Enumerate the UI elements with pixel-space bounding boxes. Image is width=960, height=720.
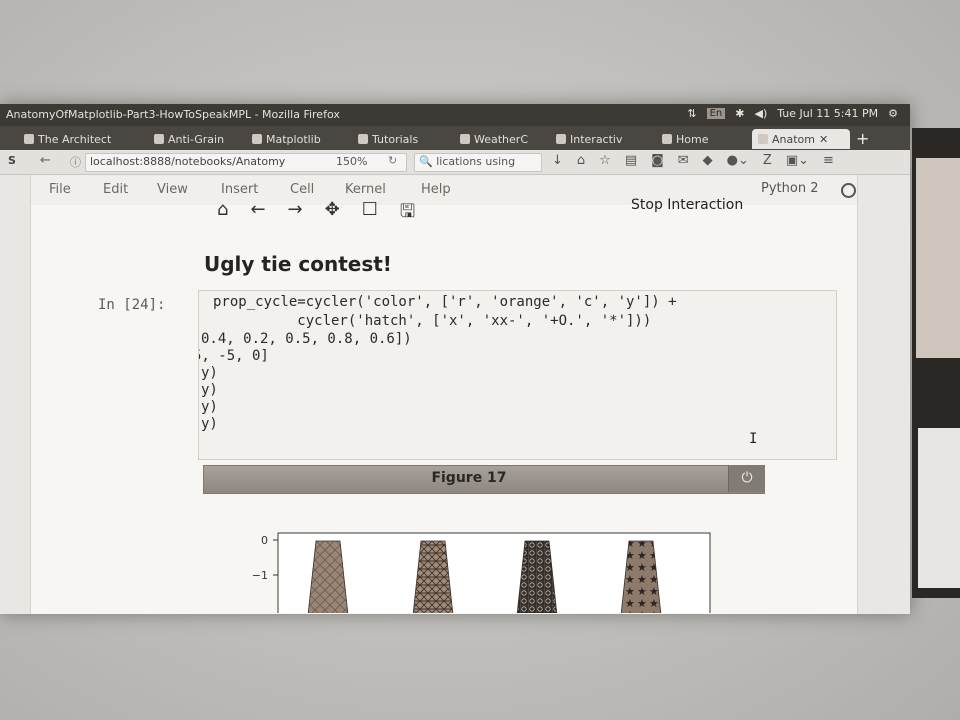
url-bar[interactable]: localhost:8888/notebooks/Anatomy 150% ↻ xyxy=(85,153,407,172)
figure-title-bar: Figure 17 ⏻ xyxy=(203,465,765,494)
tie-bar-chart: ★ 0−1 xyxy=(252,532,711,613)
home-view-icon[interactable]: ⌂ xyxy=(217,199,228,229)
cell-prompt: In [24]: xyxy=(98,297,166,313)
back-view-icon[interactable]: ← xyxy=(250,199,265,229)
site-info-icon[interactable]: ⓘ xyxy=(70,154,81,170)
hamburger-menu-icon[interactable]: ≡ xyxy=(823,153,834,168)
stop-interaction-button[interactable]: Stop Interaction xyxy=(631,197,743,213)
second-monitor xyxy=(912,128,960,598)
code-line: y) xyxy=(201,382,218,398)
code-line: 0.4, 0.2, 0.5, 0.8, 0.6]) xyxy=(201,331,412,347)
tab-anti-grain[interactable]: Anti-Grain xyxy=(154,129,234,149)
tab-favicon-icon xyxy=(252,134,262,144)
figure-toolbar: ⌂ ← → ✥ ☐ 🖫 xyxy=(217,199,415,229)
search-input[interactable]: 🔍 lications using xyxy=(419,155,515,168)
kernel-status-icon xyxy=(841,183,856,198)
menu-cell[interactable]: Cell xyxy=(290,182,314,197)
tab-favicon-icon xyxy=(154,134,164,144)
markdown-heading: Ugly tie contest! xyxy=(204,252,392,276)
tab-favicon-icon xyxy=(662,134,672,144)
figure-title: Figure 17 xyxy=(431,470,507,486)
menu-view[interactable]: View xyxy=(157,182,188,197)
browser-nav-bar: S ← ⓘ localhost:8888/notebooks/Anatomy 1… xyxy=(0,150,910,175)
bookmark-star-icon[interactable]: ☆ xyxy=(599,153,611,168)
back-arrow-icon[interactable]: ← xyxy=(40,153,51,168)
tab-matplotlib[interactable]: Matplotlib xyxy=(252,129,338,149)
menu-edit[interactable]: Edit xyxy=(103,182,128,197)
tab-close-icon[interactable]: ✕ xyxy=(819,133,828,146)
screenshot-icon[interactable]: ▣⌄ xyxy=(786,153,809,168)
tab-tutorials[interactable]: Tutorials xyxy=(358,129,438,149)
bluetooth-icon[interactable]: ✱ xyxy=(735,107,744,120)
text-cursor-icon: 𝙸 xyxy=(749,431,758,447)
search-bar[interactable]: 🔍 lications using xyxy=(414,153,542,172)
nav-toolbar-icons: ↓ ⌂ ☆ ▤ ◙ ✉ ◆ ●⌄ Z ▣⌄ ≡ xyxy=(552,153,834,168)
code-cell[interactable]: prop_cycle=cycler('color', ['r', 'orange… xyxy=(198,290,837,460)
new-tab-plus-icon[interactable]: + xyxy=(856,129,869,148)
tab-interactive[interactable]: Interactiv xyxy=(556,129,646,149)
second-monitor-panel xyxy=(918,428,960,588)
menu-insert[interactable]: Insert xyxy=(221,182,258,197)
jupyter-menu-bar: File Edit View Insert Cell Kernel Help P… xyxy=(0,175,910,206)
settings-gear-icon[interactable]: ⚙ xyxy=(888,107,898,120)
code-line: y) xyxy=(201,365,218,381)
pan-icon[interactable]: ✥ xyxy=(325,199,340,229)
code-line: 5, -5, 0] xyxy=(198,348,269,364)
tab-favicon-icon xyxy=(556,134,566,144)
code-line: y) xyxy=(201,399,218,415)
save-figure-icon[interactable]: 🖫 xyxy=(400,199,415,229)
menu-kernel[interactable]: Kernel xyxy=(345,182,386,197)
code-line: prop_cycle=cycler('color', ['r', 'orange… xyxy=(213,294,677,310)
zoom-level[interactable]: 150% xyxy=(336,155,367,168)
addon-icon[interactable]: ◆ xyxy=(703,153,713,168)
clock[interactable]: Tue Jul 11 5:41 PM xyxy=(777,107,878,120)
power-icon[interactable]: ⏻ xyxy=(728,465,765,492)
tab-home[interactable]: Home xyxy=(662,129,736,149)
sidebar-toggle-icon[interactable]: S xyxy=(8,154,16,167)
network-icon[interactable]: ⇅ xyxy=(687,107,696,120)
window-title: AnatomyOfMatplotlib-Part3-HowToSpeakMPL … xyxy=(6,108,340,121)
os-top-bar: AnatomyOfMatplotlib-Part3-HowToSpeakMPL … xyxy=(0,104,910,126)
tab-favicon-icon xyxy=(460,134,470,144)
menu-help[interactable]: Help xyxy=(421,182,451,197)
tab-favicon-icon xyxy=(358,134,368,144)
zoom-rect-icon[interactable]: ☐ xyxy=(362,199,378,229)
browser-tab-strip: The Architect Anti-Grain Matplotlib Tuto… xyxy=(0,126,910,150)
code-line: cycler('hatch', ['x', 'xx-', '+O.', '*']… xyxy=(213,313,652,329)
tab-the-architect[interactable]: The Architect xyxy=(24,129,128,149)
y-axis: 0 −1 xyxy=(252,534,278,582)
y-tick-label: −1 xyxy=(252,569,268,582)
second-monitor-panel xyxy=(916,158,960,358)
pocket-icon[interactable]: ◙ xyxy=(651,153,664,168)
tab-favicon-icon xyxy=(24,134,34,144)
url-text: localhost:8888/notebooks/Anatomy xyxy=(90,155,286,168)
reload-icon[interactable]: ↻ xyxy=(388,154,397,167)
profile-icon[interactable]: ●⌄ xyxy=(727,153,749,168)
tab-weather[interactable]: WeatherC xyxy=(460,129,544,149)
volume-icon[interactable]: ◀) xyxy=(754,107,767,120)
tab-anatomy-active[interactable]: Anatom ✕ xyxy=(752,129,850,149)
download-icon[interactable]: ↓ xyxy=(552,153,563,168)
mail-icon[interactable]: ✉ xyxy=(678,153,689,168)
menu-file[interactable]: File xyxy=(49,182,71,197)
kernel-name: Python 2 xyxy=(761,181,819,196)
tab-favicon-icon xyxy=(758,134,768,144)
code-line: y) xyxy=(201,416,218,432)
library-icon[interactable]: ▤ xyxy=(625,153,637,168)
zotero-icon[interactable]: Z xyxy=(763,153,772,168)
y-tick-label: 0 xyxy=(261,534,268,547)
home-icon[interactable]: ⌂ xyxy=(577,153,585,168)
system-tray: ⇅ En ✱ ◀) Tue Jul 11 5:41 PM ⚙ xyxy=(687,107,898,120)
language-indicator[interactable]: En xyxy=(706,108,726,119)
forward-view-icon[interactable]: → xyxy=(288,199,303,229)
